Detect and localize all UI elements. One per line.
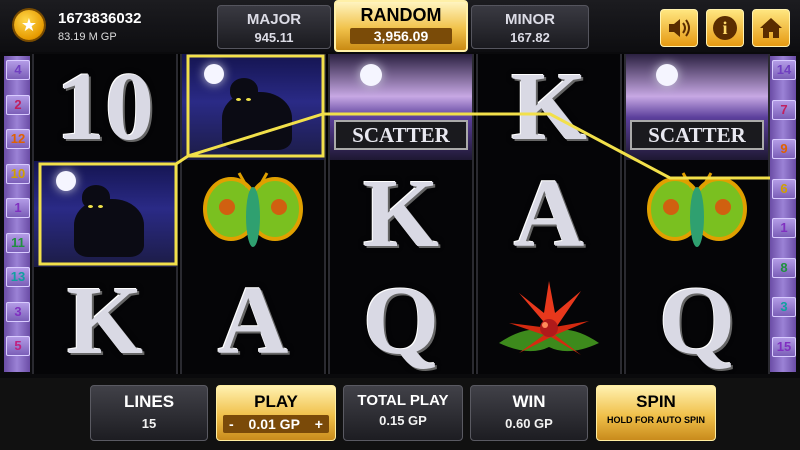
bet-plus-button[interactable]: +: [315, 416, 323, 432]
payline-number-right[interactable]: 7: [772, 99, 796, 120]
symbol-text: A: [513, 161, 585, 267]
jackpot-major-value: 945.11: [254, 30, 294, 45]
payline-number-left[interactable]: 5: [6, 336, 30, 356]
payline-number-left[interactable]: 12: [6, 129, 30, 149]
reel-2: A: [180, 54, 326, 374]
panther-symbol-icon: [182, 54, 324, 160]
right-payline-column: 14 7 9 6 1 8 3 15: [770, 56, 796, 372]
lines-button[interactable]: LINES 15: [90, 385, 208, 441]
reel-4: KA: [476, 54, 622, 374]
symbol-text: Q: [362, 268, 440, 374]
reels-area: 10 K A SCATTER K Q K A SCATTER Q: [32, 54, 770, 374]
symbol-letter: K: [34, 268, 176, 374]
play-bet-control[interactable]: PLAY - 0.01 GP +: [216, 385, 336, 441]
symbol-letter: 10: [34, 54, 176, 160]
total-play-label: TOTAL PLAY: [357, 392, 449, 409]
panther-symbol-icon: [34, 161, 176, 267]
payline-number-right[interactable]: 9: [772, 139, 796, 159]
jackpot-minor-label: MINOR: [505, 11, 555, 28]
reel-5: SCATTER Q: [624, 54, 770, 374]
spin-hint: HOLD FOR AUTO SPIN: [606, 415, 705, 425]
info-button[interactable]: i: [706, 9, 744, 47]
player-balance: 83.19 M GP: [58, 31, 117, 43]
payline-number-right[interactable]: 1: [772, 218, 796, 238]
symbol-letter: K: [478, 54, 620, 160]
moth-symbol-icon: [626, 161, 768, 267]
scatter-label: SCATTER: [630, 120, 764, 150]
sound-button[interactable]: [660, 9, 698, 47]
play-label: PLAY: [254, 392, 298, 411]
jackpot-minor-value: 167.82: [510, 30, 550, 45]
home-button[interactable]: [752, 9, 790, 47]
symbol-letter: Q: [330, 268, 472, 374]
player-id: 1673836032: [58, 10, 142, 27]
left-payline-column: 4 2 12 10 1 11 13 3 5: [4, 56, 30, 372]
bet-minus-button[interactable]: -: [229, 416, 234, 432]
flower-symbol-icon: [478, 268, 620, 374]
jackpot-major-label: MAJOR: [246, 11, 302, 28]
symbol-text: K: [66, 268, 144, 374]
reel-1: 10 K: [32, 54, 178, 374]
payline-number-right[interactable]: 8: [772, 257, 796, 278]
payline-number-left[interactable]: 1: [6, 198, 30, 218]
play-value: 0.01 GP: [248, 416, 300, 432]
symbol-letter: Q: [626, 268, 768, 374]
spin-button[interactable]: SPIN HOLD FOR AUTO SPIN: [596, 385, 716, 441]
payline-number-left[interactable]: 13: [6, 267, 30, 287]
reel-3: SCATTER K Q: [328, 54, 474, 374]
payline-number-left[interactable]: 11: [6, 232, 30, 253]
payline-number-right[interactable]: 14: [772, 60, 796, 80]
gold-coin-icon: ★: [14, 10, 44, 40]
scatter-symbol: SCATTER: [626, 54, 768, 160]
payline-number-left[interactable]: 4: [6, 60, 30, 80]
jackpot-random-value: 3,956.09: [350, 28, 452, 44]
total-play-display: TOTAL PLAY 0.15 GP: [343, 385, 463, 441]
symbol-letter: A: [182, 268, 324, 374]
spin-label: SPIN: [636, 392, 676, 411]
symbol-text: A: [217, 268, 289, 374]
jackpot-major: MAJOR 945.11: [217, 5, 331, 49]
scatter-symbol: SCATTER: [330, 54, 472, 160]
speaker-icon: [669, 19, 690, 37]
info-icon: i: [713, 16, 737, 40]
moth-symbol-icon: [182, 161, 324, 267]
payline-number-left[interactable]: 2: [6, 94, 30, 115]
symbol-text: 10: [56, 54, 154, 160]
total-play-value: 0.15 GP: [379, 413, 427, 428]
payline-number-left[interactable]: 3: [6, 301, 30, 322]
jackpot-random-label: RANDOM: [360, 5, 442, 25]
payline-number-left[interactable]: 10: [6, 163, 30, 184]
symbol-letter: A: [478, 161, 620, 267]
symbol-text: K: [362, 161, 440, 267]
jackpot-minor: MINOR 167.82: [471, 5, 589, 49]
lines-label: LINES: [123, 392, 175, 411]
payline-number-right[interactable]: 6: [772, 178, 796, 199]
lines-value: 15: [141, 416, 157, 431]
symbol-letter: K: [330, 161, 472, 267]
payline-number-right[interactable]: 15: [772, 336, 796, 357]
jackpot-random: RANDOM 3,956.09: [334, 0, 468, 52]
scatter-label: SCATTER: [334, 120, 468, 150]
symbol-text: Q: [658, 268, 736, 374]
home-icon: [760, 18, 782, 38]
win-value: 0.60 GP: [505, 416, 553, 431]
win-display: WIN 0.60 GP: [470, 385, 588, 441]
win-label: WIN: [512, 392, 546, 411]
payline-number-right[interactable]: 3: [772, 297, 796, 317]
symbol-text: K: [510, 54, 588, 160]
